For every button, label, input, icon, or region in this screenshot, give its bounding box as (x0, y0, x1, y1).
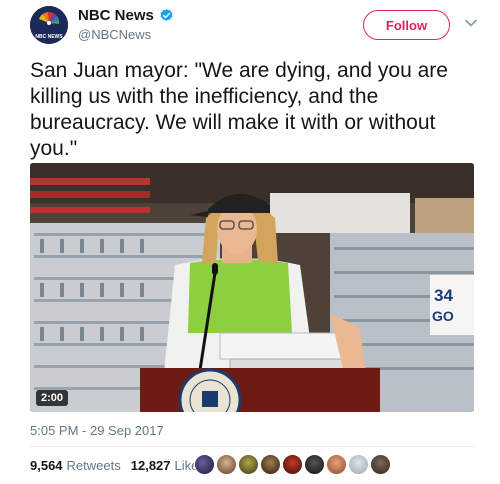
tweet-text: San Juan mayor: "We are dying, and you a… (30, 59, 448, 160)
sign-text-2: GO (432, 308, 454, 324)
verified-badge-icon (160, 8, 173, 21)
tweet-stats: 9,564 Retweets 12,827 Likes (30, 458, 205, 473)
retweets-label: Retweets (66, 458, 121, 473)
account-handle[interactable]: @NBCNews (78, 27, 151, 42)
retweets-stat[interactable]: 9,564 Retweets (30, 458, 121, 473)
liker-avatar[interactable] (304, 454, 325, 475)
divider (30, 446, 475, 447)
follow-button[interactable]: Follow (363, 10, 450, 40)
liker-avatar[interactable] (348, 454, 369, 475)
liker-avatar[interactable] (370, 454, 391, 475)
chevron-down-icon[interactable] (464, 16, 478, 30)
liker-avatar[interactable] (216, 454, 237, 475)
liker-avatar[interactable] (260, 454, 281, 475)
video-player[interactable]: 34 GO 2:00 (30, 163, 474, 412)
nbc-news-avatar[interactable]: NBC NEWS (30, 6, 68, 44)
liker-avatar[interactable] (194, 454, 215, 475)
liker-avatar[interactable] (238, 454, 259, 475)
video-frame: 34 GO (30, 163, 474, 412)
likes-count: 12,827 (130, 458, 171, 473)
liker-avatar[interactable] (326, 454, 347, 475)
name-row: NBC News (78, 7, 174, 24)
liker-avatars (194, 454, 392, 475)
tweet-timestamp[interactable]: 5:05 PM - 29 Sep 2017 (30, 423, 164, 438)
video-duration: 2:00 (36, 390, 69, 406)
display-name[interactable]: NBC News (78, 7, 154, 24)
tweet-header: NBC NEWS NBC News @NBCNews Follow (30, 6, 478, 48)
avatar-text: NBC NEWS (35, 34, 63, 40)
liker-avatar[interactable] (282, 454, 303, 475)
sign-text-1: 34 (434, 286, 453, 305)
retweets-count: 9,564 (30, 458, 63, 473)
